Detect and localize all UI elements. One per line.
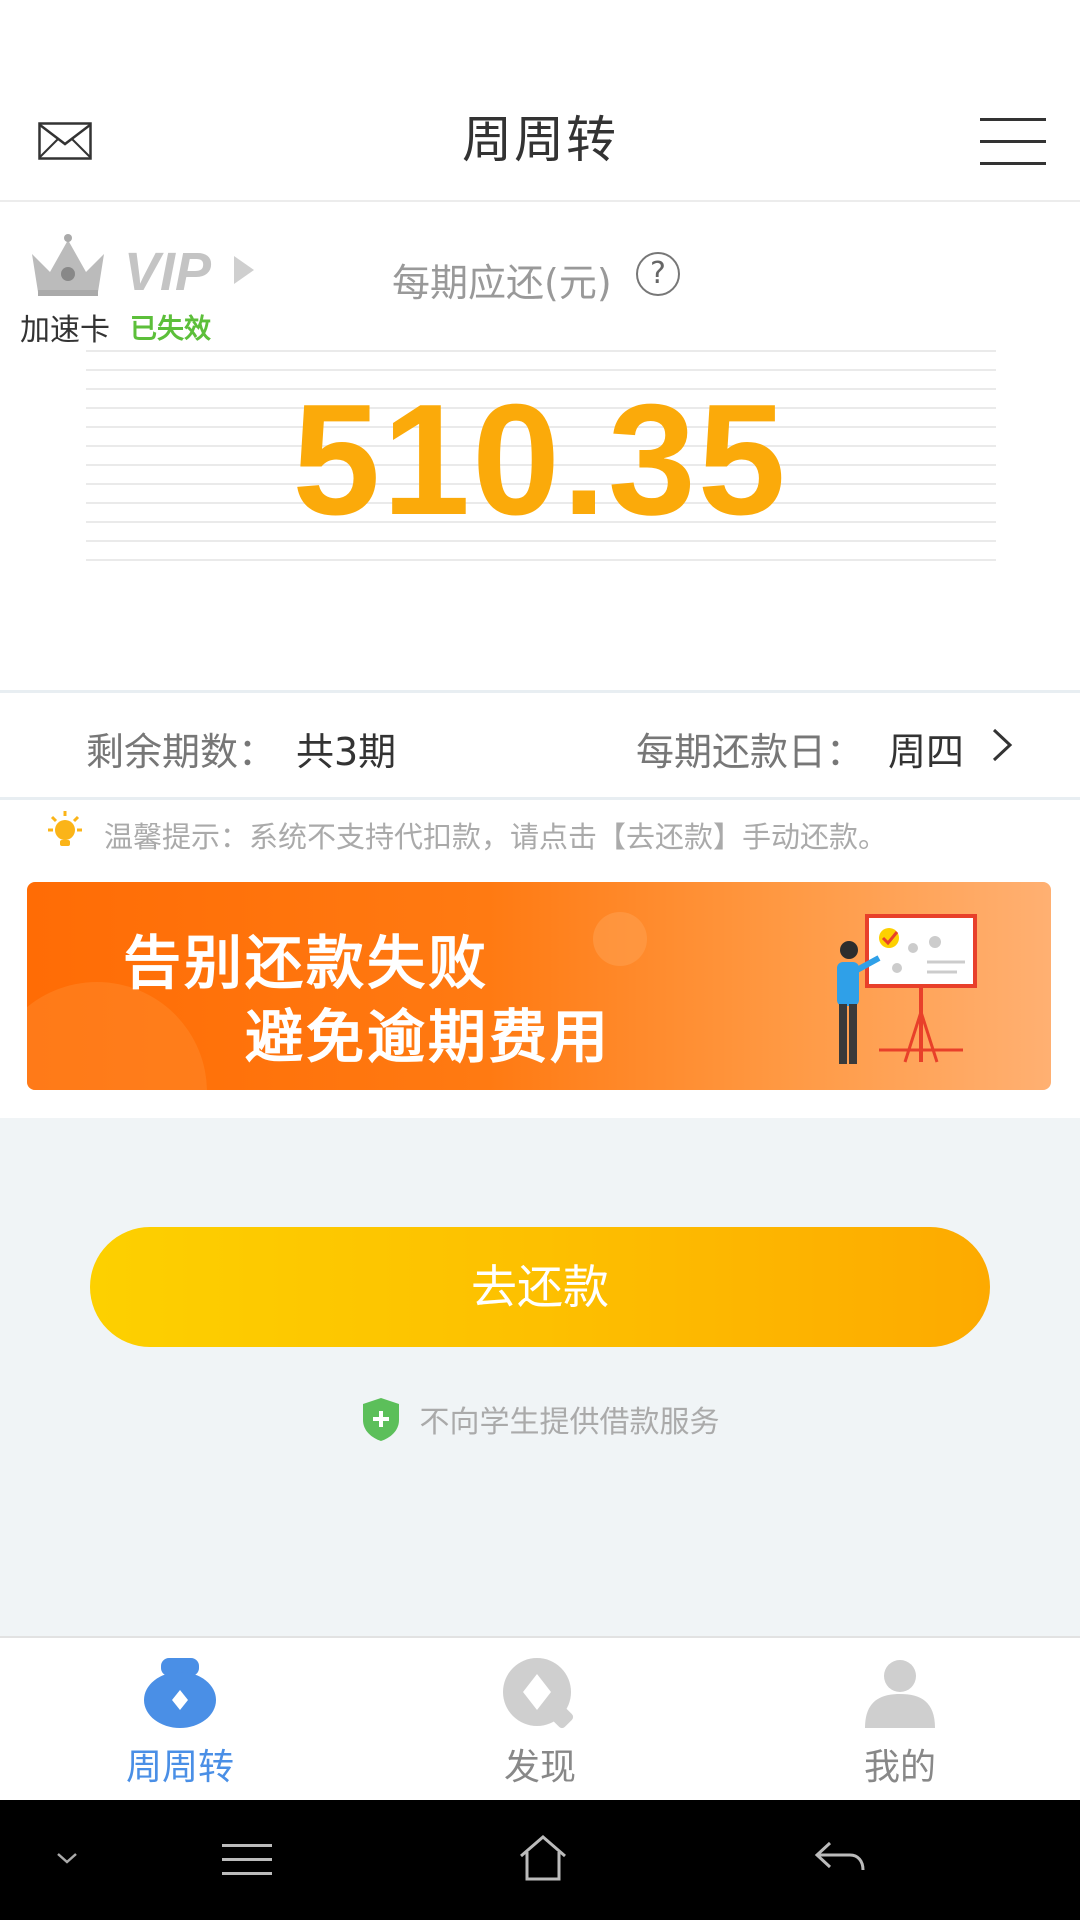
- tab-home[interactable]: 周周转: [0, 1638, 360, 1802]
- banner-decoration: [593, 912, 647, 966]
- remaining-periods-label: 剩余期数：: [86, 730, 277, 774]
- tab-discover[interactable]: 发现: [360, 1638, 720, 1802]
- lightbulb-icon: [48, 811, 82, 846]
- profile-icon: [865, 1660, 935, 1728]
- tip-text: 温馨提示：系统不支持代扣款，请点击【去还款】手动还款。: [104, 820, 888, 854]
- shield-icon: [363, 1398, 400, 1441]
- banner-headline: 告别还款失败: [123, 929, 490, 997]
- repayment-info-row[interactable]: 剩余期数： 共3期 每期还款日： 周四: [0, 690, 1080, 800]
- hamburger-menu-icon[interactable]: [980, 116, 1046, 166]
- accelerator-card-label[interactable]: 加速卡: [20, 305, 110, 349]
- repayment-day-value: 周四: [888, 730, 965, 774]
- vip-crown-icon[interactable]: VIP: [28, 232, 268, 304]
- remaining-periods-value: 共3期: [296, 730, 397, 774]
- amount-label: 每期应还(元): [392, 261, 612, 305]
- recent-apps-icon[interactable]: [222, 1842, 272, 1878]
- back-icon[interactable]: [814, 1840, 866, 1878]
- money-bag-icon: [144, 1658, 216, 1728]
- repay-button[interactable]: 去还款: [90, 1227, 990, 1347]
- help-icon[interactable]: ?: [636, 252, 680, 296]
- repayment-amount: 510.35: [292, 372, 788, 548]
- home-icon[interactable]: [518, 1834, 568, 1882]
- bottom-tab-bar: 周周转 发现 我的: [0, 1636, 1080, 1800]
- app-header: 周周转: [0, 0, 1080, 202]
- presentation-board-icon: [837, 914, 977, 1064]
- action-area: [0, 1118, 1080, 1636]
- chevron-right-icon[interactable]: [990, 727, 1014, 763]
- chevron-down-icon[interactable]: [54, 1850, 80, 1866]
- promo-banner[interactable]: 告别还款失败 避免逾期费用: [27, 882, 1051, 1090]
- student-notice-text: 不向学生提供借款服务: [419, 1405, 720, 1440]
- student-notice: 不向学生提供借款服务: [0, 1396, 1080, 1442]
- tab-mine-label: 我的: [863, 1747, 936, 1788]
- banner-subheadline: 避免逾期费用: [245, 1003, 612, 1071]
- discover-icon: [503, 1658, 574, 1729]
- tip-row: 温馨提示：系统不支持代扣款，请点击【去还款】手动还款。: [0, 800, 1080, 870]
- vip-badge-text: VIP: [124, 242, 212, 302]
- page-title: 周周转: [462, 111, 618, 169]
- accelerator-card-status: 已失效: [130, 314, 211, 345]
- repayment-day-label: 每期还款日：: [636, 730, 865, 774]
- tab-discover-label: 发现: [503, 1747, 576, 1788]
- tab-mine[interactable]: 我的: [720, 1638, 1080, 1802]
- system-nav-bar: [0, 1800, 1080, 1920]
- tab-home-label: 周周转: [125, 1747, 234, 1788]
